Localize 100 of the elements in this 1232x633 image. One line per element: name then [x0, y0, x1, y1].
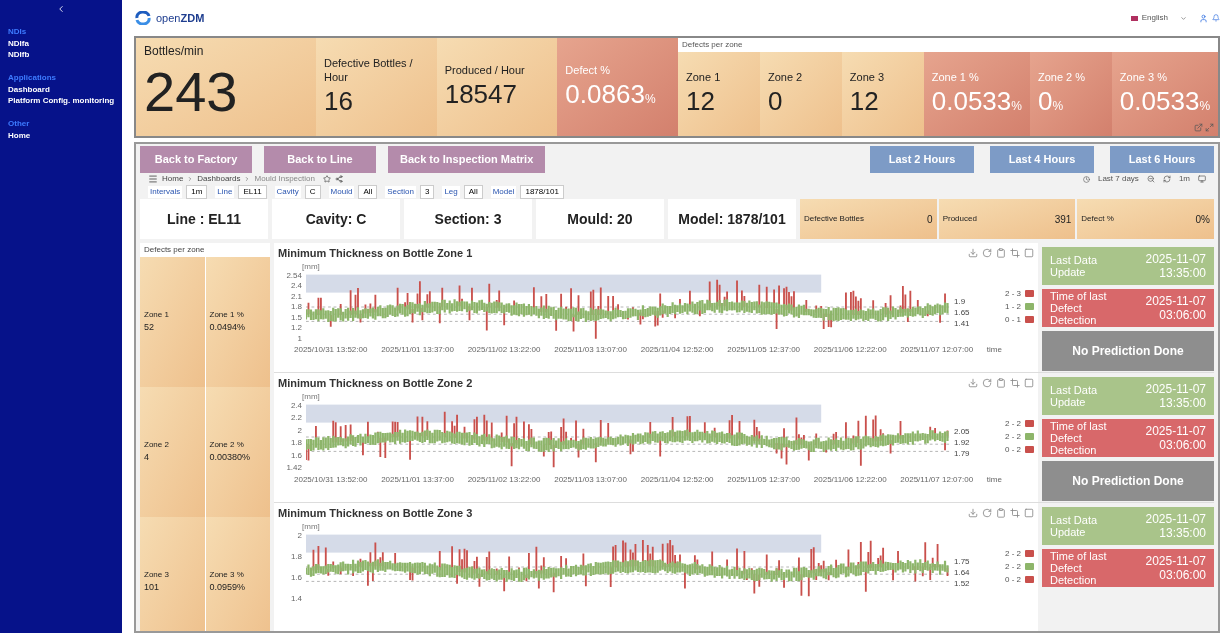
logo-icon	[134, 11, 152, 25]
panel-title: Defects per zone	[143, 244, 206, 256]
filter-select[interactable]: 3	[419, 185, 435, 199]
zone-label: Zone 3 %	[209, 569, 245, 582]
filter-select[interactable]: C	[304, 185, 321, 199]
external-link-icon[interactable]	[1194, 123, 1203, 132]
x-axis-label: time	[986, 474, 1002, 484]
share-icon[interactable]	[334, 175, 343, 183]
download-icon[interactable]	[968, 378, 978, 389]
reset-icon[interactable]	[982, 378, 992, 389]
legend-label: 0 - 2	[1005, 575, 1021, 584]
threshold-label: 1.75	[954, 557, 971, 566]
filter-select[interactable]: All	[463, 185, 483, 199]
sidebar-section-title: Applications	[8, 72, 57, 84]
kpi-label: Defective Bottles / Hour	[324, 57, 414, 85]
square-icon[interactable]	[1024, 378, 1034, 389]
bell-icon[interactable]	[1212, 14, 1220, 22]
kpi-value: 0.0863%	[565, 77, 657, 111]
legend-label: 0 - 1	[1005, 315, 1021, 324]
y-tick-label: 1.5	[290, 312, 302, 322]
square-icon[interactable]	[1024, 248, 1034, 259]
filter-label: Line	[215, 186, 235, 198]
breadcrumb-link[interactable]: Home	[162, 173, 184, 185]
kpi-label: Defect %	[565, 63, 611, 78]
status-value: 2025-11-07 03:06:00	[1144, 424, 1206, 452]
kpi-label: Zone 2	[767, 70, 804, 85]
threshold-label: 1.65	[954, 308, 971, 317]
zone-value: 52	[144, 321, 155, 335]
zone-value: 0.0959%	[209, 581, 247, 595]
status-value: 2025-11-07 13:35:00	[1144, 512, 1206, 540]
time-range-picker[interactable]: Last 7 days	[1097, 173, 1139, 185]
filter-select[interactable]: 1878/101	[520, 185, 564, 199]
star-icon[interactable]	[322, 175, 331, 183]
threshold-label: 1.64	[954, 568, 971, 577]
x-tick-label: 2025/11/06 12:22:00	[813, 474, 887, 484]
crop-icon[interactable]	[1010, 248, 1020, 259]
caret-icon[interactable]	[1180, 14, 1187, 22]
download-icon[interactable]	[968, 508, 978, 519]
reset-icon[interactable]	[982, 248, 992, 259]
filter-select[interactable]: All	[358, 185, 378, 199]
filter-label: Model	[490, 186, 517, 198]
kpi-value: 0	[767, 84, 784, 118]
menu-icon[interactable]	[148, 174, 158, 184]
axis-unit: [mm]	[302, 391, 321, 401]
filter-select[interactable]: 1m	[186, 185, 208, 199]
reset-icon[interactable]	[982, 508, 992, 519]
sidebar-item[interactable]: NDIfa	[8, 38, 114, 49]
kpi-value: 0.0533%	[931, 84, 1022, 118]
sidebar-item[interactable]: Platform Config. monitoring	[8, 95, 114, 106]
stat-value: 0	[927, 212, 933, 227]
filter-select[interactable]: EL11	[238, 185, 267, 199]
sidebar-section-title: Other	[8, 118, 31, 130]
sidebar-item[interactable]: Dashboard	[8, 84, 114, 95]
zone-value: 0.0494%	[209, 321, 247, 335]
threshold-label: 1.52	[954, 579, 971, 588]
x-tick-label: 2025/11/02 13:22:00	[467, 344, 541, 354]
monitor-icon[interactable]	[1198, 175, 1206, 183]
kpi-value: 12	[849, 84, 880, 118]
stat-value: 0%	[1195, 212, 1210, 227]
crop-icon[interactable]	[1010, 378, 1020, 389]
y-tick-label: 1.8	[290, 551, 302, 561]
panel-title: Defects per zone	[681, 39, 744, 51]
refresh-icon[interactable]	[1162, 175, 1171, 183]
stat-label: Produced	[942, 213, 977, 225]
chart-title: Minimum Thickness on Bottle Zone 2	[278, 376, 473, 391]
sidebar-item[interactable]: NDIfb	[8, 49, 114, 60]
sidebar-item[interactable]: Home	[8, 130, 114, 141]
axis-unit: [mm]	[302, 261, 321, 271]
square-icon[interactable]	[1024, 508, 1034, 519]
x-tick-label: 2025/11/03 13:07:00	[554, 344, 627, 354]
user-icon[interactable]	[1199, 13, 1208, 23]
download-icon[interactable]	[968, 248, 978, 259]
status-label: Last Data Update	[1050, 514, 1099, 538]
status-value: 2025-11-07 03:06:00	[1144, 294, 1206, 322]
y-tick-label: 1.8	[290, 302, 302, 311]
legend-label: 2 - 2	[1005, 549, 1021, 558]
breadcrumb-link[interactable]: Dashboards	[197, 173, 241, 185]
separator-icon	[244, 176, 251, 182]
y-tick-label: 1.8	[290, 438, 302, 448]
kpi-label: Zone 1	[686, 70, 722, 85]
x-tick-label: 2025/11/04 12:52:00	[640, 474, 714, 484]
language-selector[interactable]: English	[1141, 12, 1168, 24]
clipboard-icon[interactable]	[996, 248, 1006, 259]
status-label: Time of last Defect Detection	[1050, 290, 1108, 326]
crop-icon[interactable]	[1010, 508, 1020, 519]
collapse-icon[interactable]	[56, 4, 66, 14]
y-tick-label: 1.2	[290, 323, 302, 332]
x-tick-label: 2025/10/31 13:52:00	[294, 344, 368, 354]
axis-unit: [mm]	[302, 521, 321, 531]
clipboard-icon[interactable]	[996, 378, 1006, 389]
refresh-interval-picker[interactable]: 1m	[1178, 173, 1190, 185]
kpi-value: 12	[686, 84, 716, 118]
zoom-out-icon[interactable]	[1146, 175, 1155, 183]
filter-label: Mould	[328, 186, 355, 198]
y-tick-label: 2.4	[290, 281, 302, 290]
x-tick-label: 2025/10/31 13:52:00	[294, 474, 368, 484]
status-value: 2025-11-07 13:35:00	[1144, 382, 1206, 410]
y-tick-label: 2.2	[290, 413, 302, 423]
clipboard-icon[interactable]	[996, 508, 1006, 519]
expand-icon[interactable]	[1205, 123, 1214, 132]
